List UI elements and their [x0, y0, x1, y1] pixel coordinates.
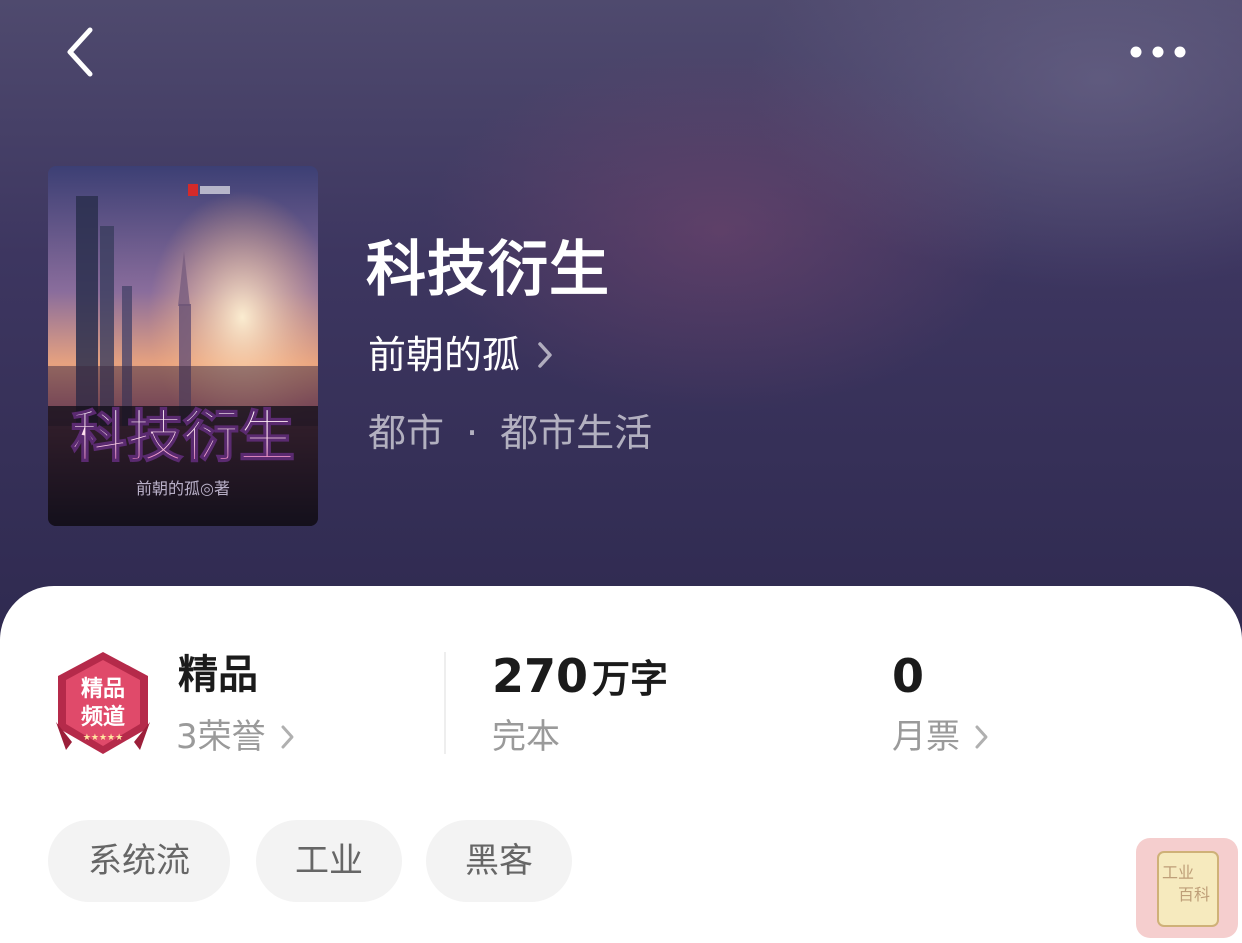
svg-text:★★★★★: ★★★★★: [83, 733, 123, 743]
book-cover-image: 科技衍生 前朝的孤◎著: [48, 166, 318, 526]
book-category: 都市 · 都市生活: [368, 408, 652, 458]
back-button[interactable]: [60, 26, 104, 78]
category-main: 都市: [368, 411, 445, 455]
author-link[interactable]: 前朝的孤: [368, 330, 554, 380]
chevron-right-icon: [281, 725, 294, 749]
chevron-right-icon: [975, 725, 988, 749]
monthly-ticket-link[interactable]: 月票: [892, 714, 990, 760]
category-separator: ·: [466, 411, 479, 455]
chevron-right-icon: [538, 342, 552, 368]
honor-link[interactable]: 3 荣誉: [176, 714, 296, 760]
quality-label: 精品: [178, 652, 258, 698]
monthly-ticket-label: 月票: [892, 717, 960, 757]
category-sub: 都市生活: [500, 411, 653, 455]
badge-text-top: 精品: [81, 676, 125, 702]
more-button[interactable]: [1124, 36, 1192, 68]
premium-channel-badge-icon: 精品 频道 ★★★★★: [56, 652, 150, 754]
badge-text-bottom: 频道: [81, 704, 125, 730]
tag-chip[interactable]: 黑客: [426, 820, 572, 902]
tag-chip[interactable]: 系统流: [48, 820, 230, 902]
watermark-line2: 百科: [1178, 885, 1210, 904]
chevron-left-icon: [67, 27, 93, 77]
author-name: 前朝的孤: [368, 333, 521, 377]
quality-badge: 精品 频道 ★★★★★: [52, 650, 154, 758]
cover-author: 前朝的孤◎著: [136, 479, 230, 498]
monthly-ticket-count: 0: [892, 649, 925, 703]
tag-chip[interactable]: 工业: [256, 820, 402, 902]
honor-label: 荣誉: [197, 717, 266, 757]
book-cover[interactable]: 科技衍生 前朝的孤◎著: [48, 166, 318, 526]
watermark-line1: 工业: [1162, 863, 1194, 882]
word-count-unit: 万字: [592, 657, 669, 701]
more-dots-icon: [1130, 46, 1186, 58]
cover-title: 科技衍生: [71, 405, 295, 470]
book-logo-icon: 工业 百科: [1157, 851, 1219, 927]
word-count-number: 270: [492, 649, 589, 703]
watermark-logo: 工业 百科: [1136, 838, 1238, 938]
word-count: 270 万字: [492, 646, 668, 709]
completion-status: 完本: [492, 717, 560, 757]
stats-divider: [444, 652, 446, 754]
honor-count: 3: [176, 717, 198, 757]
book-title: 科技衍生: [366, 235, 610, 305]
book-detail-page: 科技衍生 前朝的孤◎著 科技衍生 前朝的孤 都市 · 都市生活 精品 频道 ★★★★…: [0, 0, 1242, 943]
